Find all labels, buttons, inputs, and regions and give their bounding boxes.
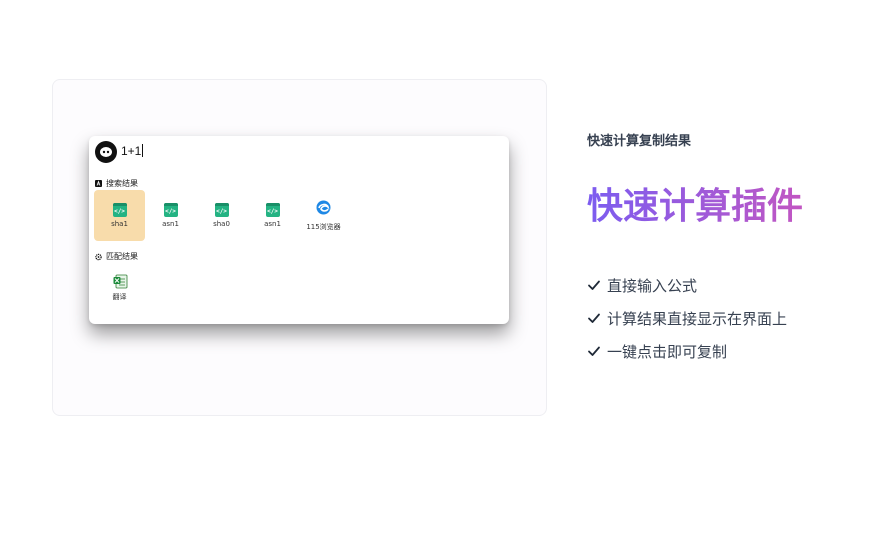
search-bar[interactable]: 1+1 <box>93 140 505 164</box>
search-results-row: </> sha1 </> asn1 </> sha0 </> asn1 115浏… <box>94 190 349 241</box>
launcher-window: 1+1 搜索结果 </> sha1 </> asn1 </> sha0 </> … <box>89 136 509 324</box>
text-caret <box>142 144 144 157</box>
search-input[interactable]: 1+1 <box>121 144 144 158</box>
check-icon <box>587 278 601 292</box>
headline: 快速计算插件 <box>587 184 803 230</box>
code-icon: </> <box>163 203 178 217</box>
gear-icon <box>95 253 102 260</box>
tile-label: asn1 <box>162 220 179 228</box>
browser-icon <box>316 200 331 219</box>
result-tile-asn1[interactable]: </> asn1 <box>145 190 196 241</box>
feature-item: 计算结果直接显示在界面上 <box>587 307 787 329</box>
code-icon: </> <box>112 203 127 217</box>
app-logo-icon <box>95 141 117 163</box>
match-results-label: 匹配结果 <box>106 252 138 261</box>
result-tile-asn1-2[interactable]: </> asn1 <box>247 190 298 241</box>
eyebrow-text: 快速计算复制结果 <box>587 134 692 149</box>
app-store-icon <box>95 180 102 187</box>
tile-label: 115浏览器 <box>306 222 341 231</box>
spreadsheet-icon <box>113 274 127 289</box>
match-results-row: 翻译 <box>94 264 145 312</box>
tile-label: 翻译 <box>112 293 127 301</box>
search-results-label: 搜索结果 <box>106 179 138 188</box>
feature-list: 直接输入公式 计算结果直接显示在界面上 一键点击即可复制 <box>587 274 787 373</box>
search-query-text: 1+1 <box>121 144 142 158</box>
code-icon: </> <box>214 203 229 217</box>
code-icon: </> <box>265 203 280 217</box>
check-icon <box>587 344 601 358</box>
tile-label: sha0 <box>213 220 230 228</box>
check-icon <box>587 311 601 325</box>
tile-label: sha1 <box>111 220 128 228</box>
feature-text: 计算结果直接显示在界面上 <box>607 309 788 328</box>
result-tile-115-browser[interactable]: 115浏览器 <box>298 190 349 241</box>
feature-text: 直接输入公式 <box>607 276 698 295</box>
feature-text: 一键点击即可复制 <box>607 342 728 361</box>
result-tile-sha1[interactable]: </> sha1 <box>94 190 145 241</box>
feature-item: 一键点击即可复制 <box>587 340 787 362</box>
preview-card: 1+1 搜索结果 </> sha1 </> asn1 </> sha0 </> … <box>52 79 547 416</box>
search-results-header: 搜索结果 <box>95 178 138 189</box>
result-tile-sha0[interactable]: </> sha0 <box>196 190 247 241</box>
feature-item: 直接输入公式 <box>587 274 787 296</box>
match-results-header: 匹配结果 <box>95 251 138 262</box>
tile-label: asn1 <box>264 220 281 228</box>
result-tile-translate[interactable]: 翻译 <box>94 264 145 312</box>
